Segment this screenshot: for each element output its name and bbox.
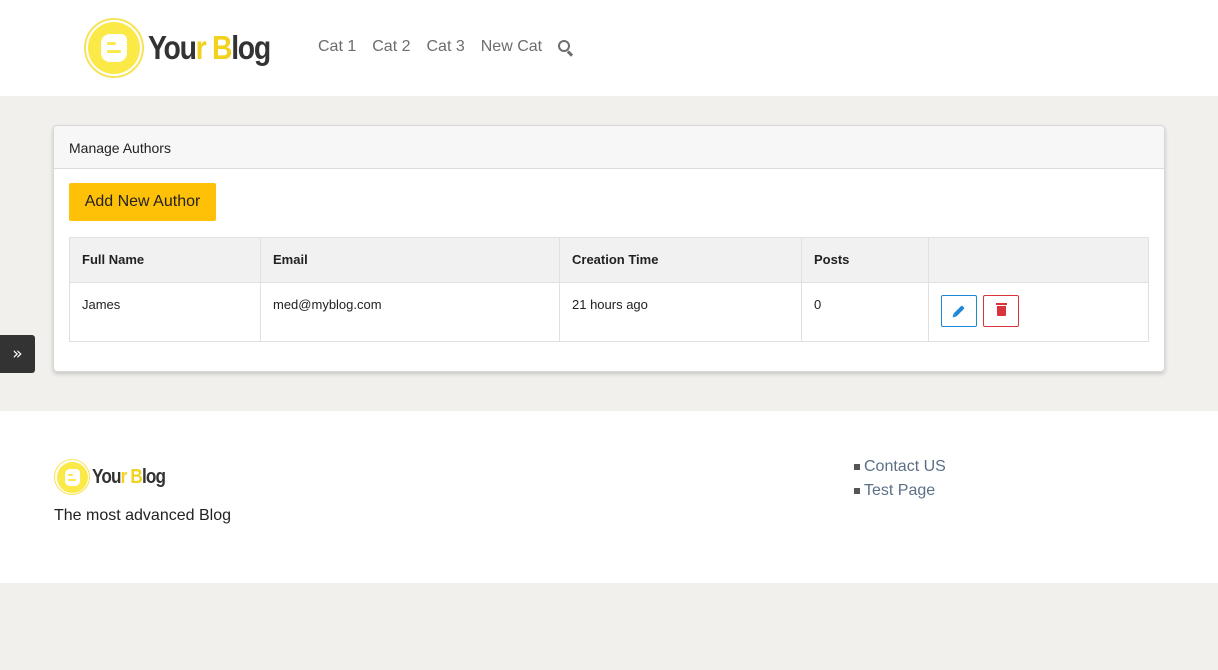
table-header-row: Full Name Email Creation Time Posts	[69, 237, 1149, 283]
column-header-full-name: Full Name	[69, 237, 261, 283]
column-header-email: Email	[260, 237, 560, 283]
square-bullet-icon	[854, 488, 860, 494]
author-full-name: James	[69, 282, 261, 342]
footer-logo-text: Your Blog	[92, 465, 166, 488]
list-item: Contact US	[854, 455, 946, 479]
footer-logo[interactable]: Your Blog	[54, 459, 177, 495]
main-nav: Cat 1 Cat 2 Cat 3 New Cat	[318, 38, 574, 57]
nav-item-cat-1[interactable]: Cat 1	[318, 38, 356, 56]
column-header-creation-time: Creation Time	[559, 237, 802, 283]
manage-authors-card: Manage Authors Add New Author Full Name …	[53, 125, 1165, 372]
table-row: James med@myblog.com 21 hours ago 0	[69, 282, 1149, 342]
logo-text: Your Blog	[148, 29, 271, 66]
site-header: Your Blog Cat 1 Cat 2 Cat 3 New Cat	[0, 0, 1218, 96]
footer-link-test-page[interactable]: Test Page	[864, 482, 935, 500]
footer-links: Contact US Test Page	[854, 455, 946, 503]
logo-mark-icon	[54, 459, 90, 495]
square-bullet-icon	[854, 464, 860, 470]
search-icon[interactable]	[558, 40, 574, 57]
column-header-actions	[928, 237, 1149, 283]
list-item: Test Page	[854, 479, 946, 503]
add-new-author-button[interactable]: Add New Author	[69, 183, 216, 221]
double-chevron-right-icon: »	[12, 344, 23, 364]
row-actions	[928, 282, 1149, 342]
logo-mark-icon	[84, 18, 144, 78]
pencil-icon	[953, 305, 965, 317]
column-header-posts: Posts	[801, 237, 929, 283]
nav-item-cat-2[interactable]: Cat 2	[372, 38, 410, 56]
authors-table: Full Name Email Creation Time Posts Jame…	[69, 237, 1149, 342]
edit-author-button[interactable]	[941, 295, 977, 327]
author-creation-time: 21 hours ago	[559, 282, 802, 342]
site-logo[interactable]: Your Blog	[84, 18, 290, 78]
trash-icon	[995, 303, 1007, 316]
nav-item-cat-3[interactable]: Cat 3	[427, 38, 465, 56]
sidebar-toggle-button[interactable]: »	[0, 335, 35, 373]
card-title: Manage Authors	[54, 126, 1164, 169]
site-footer: Your Blog The most advanced Blog Contact…	[0, 411, 1218, 583]
footer-link-contact-us[interactable]: Contact US	[864, 458, 946, 476]
author-email: med@myblog.com	[260, 282, 560, 342]
author-posts-count: 0	[801, 282, 929, 342]
footer-tagline: The most advanced Blog	[54, 507, 231, 524]
delete-author-button[interactable]	[982, 295, 1019, 327]
nav-item-new-cat[interactable]: New Cat	[481, 38, 542, 56]
